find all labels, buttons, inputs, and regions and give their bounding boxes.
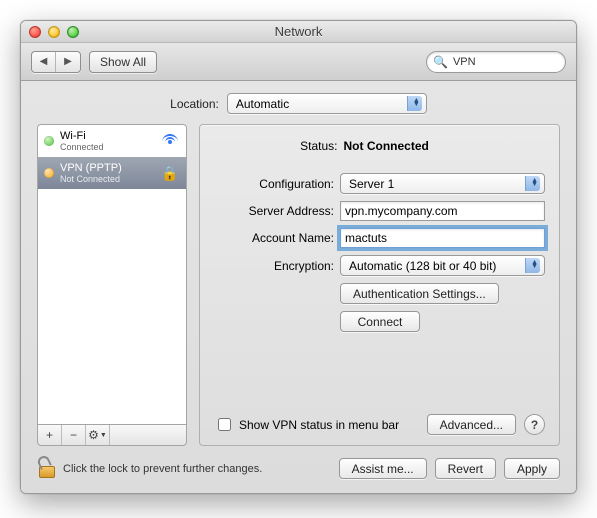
popup-arrows-icon: ▲▼ <box>531 179 538 189</box>
encryption-popup[interactable]: Automatic (128 bit or 40 bit) ▲▼ <box>340 255 545 276</box>
status-value: Not Connected <box>344 139 429 153</box>
status-dot-icon <box>44 136 54 146</box>
gear-icon: ⚙ <box>88 428 99 442</box>
chevron-down-icon: ▼ <box>100 432 107 439</box>
revert-button[interactable]: Revert <box>435 458 496 479</box>
show-vpn-status-label: Show VPN status in menu bar <box>239 418 399 432</box>
popup-arrows-icon: ▲▼ <box>413 99 420 109</box>
content-area: Location: Automatic ▲▼ Wi-Fi Connected <box>21 81 576 493</box>
service-item-vpn[interactable]: VPN (PPTP) Not Connected 🔒 <box>38 157 186 189</box>
location-row: Location: Automatic ▲▼ <box>37 93 560 114</box>
configuration-popup[interactable]: Server 1 ▲▼ <box>340 173 545 194</box>
apply-button[interactable]: Apply <box>504 458 560 479</box>
service-name: Wi-Fi <box>60 130 154 142</box>
help-button[interactable]: ? <box>524 414 545 435</box>
show-vpn-status-input[interactable] <box>218 418 231 431</box>
account-name-input[interactable] <box>340 228 545 248</box>
status-row: Status: Not Connected <box>214 139 545 153</box>
vpn-form: Configuration: Server 1 ▲▼ Server Addres… <box>214 173 545 332</box>
forward-button[interactable]: ▶ <box>56 52 80 72</box>
service-item-wifi[interactable]: Wi-Fi Connected <box>38 125 186 157</box>
minimize-window-button[interactable] <box>48 26 60 38</box>
remove-service-button[interactable]: − <box>62 425 86 445</box>
services-footer: + − ⚙▼ <box>37 424 187 446</box>
encryption-label: Encryption: <box>214 259 334 273</box>
server-address-label: Server Address: <box>214 204 334 218</box>
show-all-button[interactable]: Show All <box>89 51 157 73</box>
account-name-label: Account Name: <box>214 231 334 245</box>
lock-message: Click the lock to prevent further change… <box>63 463 331 475</box>
toolbar: ◀ ▶ Show All 🔍 ✕ <box>21 43 576 81</box>
assist-me-button[interactable]: Assist me... <box>339 458 427 479</box>
service-status: Connected <box>60 142 154 152</box>
popup-arrows-icon: ▲▼ <box>531 261 538 271</box>
configuration-label: Configuration: <box>214 177 334 191</box>
zoom-window-button[interactable] <box>67 26 79 38</box>
service-status: Not Connected <box>60 174 154 184</box>
connect-button[interactable]: Connect <box>340 311 420 332</box>
service-name: VPN (PPTP) <box>60 162 154 174</box>
back-button[interactable]: ◀ <box>32 52 56 72</box>
service-actions-button[interactable]: ⚙▼ <box>86 425 110 445</box>
status-dot-icon <box>44 168 54 178</box>
auth-settings-button[interactable]: Authentication Settings... <box>340 283 499 304</box>
advanced-button[interactable]: Advanced... <box>427 414 516 435</box>
search-field[interactable]: 🔍 ✕ <box>426 51 566 73</box>
preferences-window: Network ◀ ▶ Show All 🔍 ✕ Location: Autom… <box>20 20 577 494</box>
window-controls <box>21 26 79 38</box>
close-window-button[interactable] <box>29 26 41 38</box>
services-list: Wi-Fi Connected VPN (PPTP) Not Connected <box>37 124 187 424</box>
configuration-value: Server 1 <box>349 177 394 191</box>
wifi-icon <box>160 133 180 149</box>
titlebar: Network <box>21 21 576 43</box>
lock-icon: 🔒 <box>160 165 180 182</box>
footer-row: Click the lock to prevent further change… <box>37 458 560 479</box>
search-icon: 🔍 <box>433 55 448 69</box>
show-vpn-status-checkbox[interactable]: Show VPN status in menu bar <box>214 415 399 434</box>
add-service-button[interactable]: + <box>38 425 62 445</box>
location-value: Automatic <box>236 97 289 111</box>
encryption-value: Automatic (128 bit or 40 bit) <box>349 259 496 273</box>
detail-pane: Status: Not Connected Configuration: Ser… <box>199 124 560 446</box>
lock-open-icon[interactable] <box>37 460 55 478</box>
location-popup[interactable]: Automatic ▲▼ <box>227 93 427 114</box>
window-title: Network <box>21 24 576 39</box>
location-label: Location: <box>170 97 219 111</box>
nav-back-forward: ◀ ▶ <box>31 51 81 73</box>
status-label: Status: <box>300 139 337 153</box>
search-input[interactable] <box>451 55 577 69</box>
server-address-input[interactable] <box>340 201 545 221</box>
services-sidebar: Wi-Fi Connected VPN (PPTP) Not Connected <box>37 124 187 446</box>
